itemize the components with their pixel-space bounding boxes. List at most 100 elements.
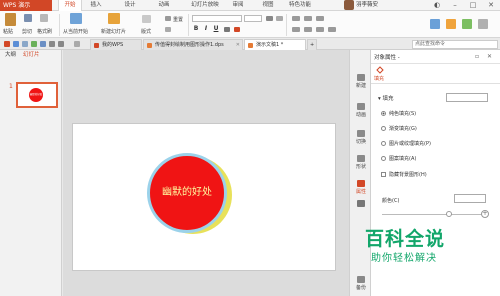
slider-handle[interactable] [446,211,452,217]
checkbox-label: 隐藏背景图形(H) [389,172,427,178]
new-slide-label[interactable]: 新建幻灯片 [101,28,126,35]
doc-tab-file[interactable]: 传值得封绘制用图形操作1.dps ✕ [143,39,243,50]
panel-title[interactable]: 对象属性 - [374,53,400,61]
color-picker[interactable] [454,194,486,203]
reset-icon[interactable] [165,16,171,21]
paste-label[interactable]: 粘贴 [3,28,13,35]
customize-icon[interactable] [74,41,80,47]
underline-button[interactable]: U [212,25,220,32]
slide-thumbnail[interactable]: 幽默的好处 [16,82,58,108]
maximize-icon[interactable]: □ [466,0,480,11]
tab-special[interactable]: 特色功能 [285,0,315,11]
radio-pattern-fill[interactable]: 图案填充(A) [381,155,416,162]
reset-label[interactable]: 重置 [173,16,183,23]
sidebar-item-backup[interactable]: 备份 [350,276,372,291]
checkbox[interactable] [381,172,386,177]
tab-review[interactable]: 审阅 [228,0,248,11]
layout-icon[interactable] [142,15,151,23]
radio-gradient-fill[interactable]: 渐变填充(G) [381,125,417,132]
transparency-slider[interactable] [382,214,482,215]
align-left-icon[interactable] [292,27,300,32]
paint-bucket-icon[interactable] [376,66,384,74]
bold-button[interactable]: B [192,25,200,32]
radio-button[interactable] [381,111,386,116]
dps-file-icon [147,43,152,48]
hide-background-checkbox[interactable]: 隐藏背景图形(H) [381,171,427,178]
fill-type-dropdown[interactable] [446,93,488,102]
font-color-icon[interactable] [234,27,240,32]
section-icon[interactable] [165,27,171,32]
bullets-icon[interactable] [292,16,300,21]
slide-page[interactable]: 幽默的好处 [72,123,336,271]
radio-picture-fill[interactable]: 图片或纹理填充(P) [381,140,431,147]
paste-icon[interactable] [5,13,16,26]
shapes-icon[interactable] [446,19,456,29]
circle-shape[interactable]: 幽默的好处 [147,153,227,233]
undo-icon[interactable] [49,41,55,47]
strikethrough-icon[interactable] [224,27,230,32]
sidebar-item-new[interactable]: 新建 [350,74,372,89]
shrink-font-icon[interactable] [276,16,283,21]
sidebar-item-properties[interactable]: 属性 [350,180,372,195]
preview-icon[interactable] [40,41,46,47]
skin-icon[interactable]: ◐ [430,0,444,11]
doc-tab-my-wps[interactable]: 我的WPS [90,39,142,50]
cut-label[interactable]: 剪切 [22,28,32,35]
layout-label[interactable]: 版式 [141,28,151,35]
task-pane-sidebar: 新建 动画 切换 形状 属性 备份 [349,50,371,296]
new-slide-icon[interactable] [108,13,120,24]
close-tab-icon[interactable]: ✕ [236,40,240,50]
radio-solid-fill[interactable]: 纯色填充(S) [381,110,416,117]
tab-insert[interactable]: 插入 [86,0,106,11]
tab-slideshow[interactable]: 幻灯片放映 [186,0,224,11]
font-name-select[interactable] [192,15,242,22]
justify-icon[interactable] [328,27,336,32]
numbering-icon[interactable] [304,16,312,21]
arrange-icon[interactable] [462,19,472,29]
sidebar-item-animation[interactable]: 动画 [350,103,372,118]
italic-button[interactable]: I [202,25,210,32]
align-center-icon[interactable] [304,27,312,32]
from-current-label[interactable]: 从当前开始 [63,28,88,35]
new-tab-button[interactable]: + [307,39,317,50]
cut-icon[interactable] [24,14,32,22]
user-name[interactable]: 羽李薇安 [356,0,378,11]
print-icon[interactable] [22,41,28,47]
fill-section-title[interactable]: ▾ 填充 [378,94,394,102]
wps-logo-icon[interactable] [4,41,10,47]
radio-button[interactable] [381,141,386,146]
format-painter-label[interactable]: 格式刷 [37,28,52,35]
sidebar-item-users[interactable] [350,200,372,208]
align-right-icon[interactable] [316,27,324,32]
tab-design[interactable]: 设计 [120,0,140,11]
pin-icon[interactable]: ▫ [475,53,479,60]
play-from-current-icon[interactable] [70,13,82,24]
tab-slides[interactable]: 幻灯片 [20,50,43,60]
save-icon[interactable] [13,41,19,47]
text-box-icon[interactable] [430,19,440,29]
radio-button[interactable] [381,156,386,161]
grow-font-icon[interactable] [266,16,273,21]
sidebar-item-transition[interactable]: 切换 [350,130,372,145]
font-size-select[interactable] [244,15,262,22]
increase-button[interactable]: + [481,210,489,218]
export-pdf-icon[interactable] [31,41,37,47]
tab-outline[interactable]: 大纲 [2,50,19,60]
close-icon[interactable]: ✕ [484,0,498,11]
app-menu-button[interactable]: WPS 演示 [0,0,52,11]
tab-fill[interactable]: 填充 [374,75,384,82]
find-icon[interactable] [478,19,488,29]
format-painter-icon[interactable] [40,14,48,22]
radio-button[interactable] [381,126,386,131]
indent-icon[interactable] [316,16,324,21]
sidebar-item-shape[interactable]: 形状 [350,155,372,170]
minimize-icon[interactable]: – [448,0,462,11]
redo-icon[interactable] [58,41,64,47]
doc-tab-presentation[interactable]: 演示文稿1 * [244,39,306,50]
close-panel-icon[interactable]: ✕ [487,53,492,60]
tab-view[interactable]: 视图 [258,0,278,11]
tab-home[interactable]: 开始 [58,0,82,11]
avatar[interactable] [344,0,354,10]
tab-animation[interactable]: 动画 [154,0,174,11]
command-search-input[interactable]: 点此查找命令 [412,40,498,49]
